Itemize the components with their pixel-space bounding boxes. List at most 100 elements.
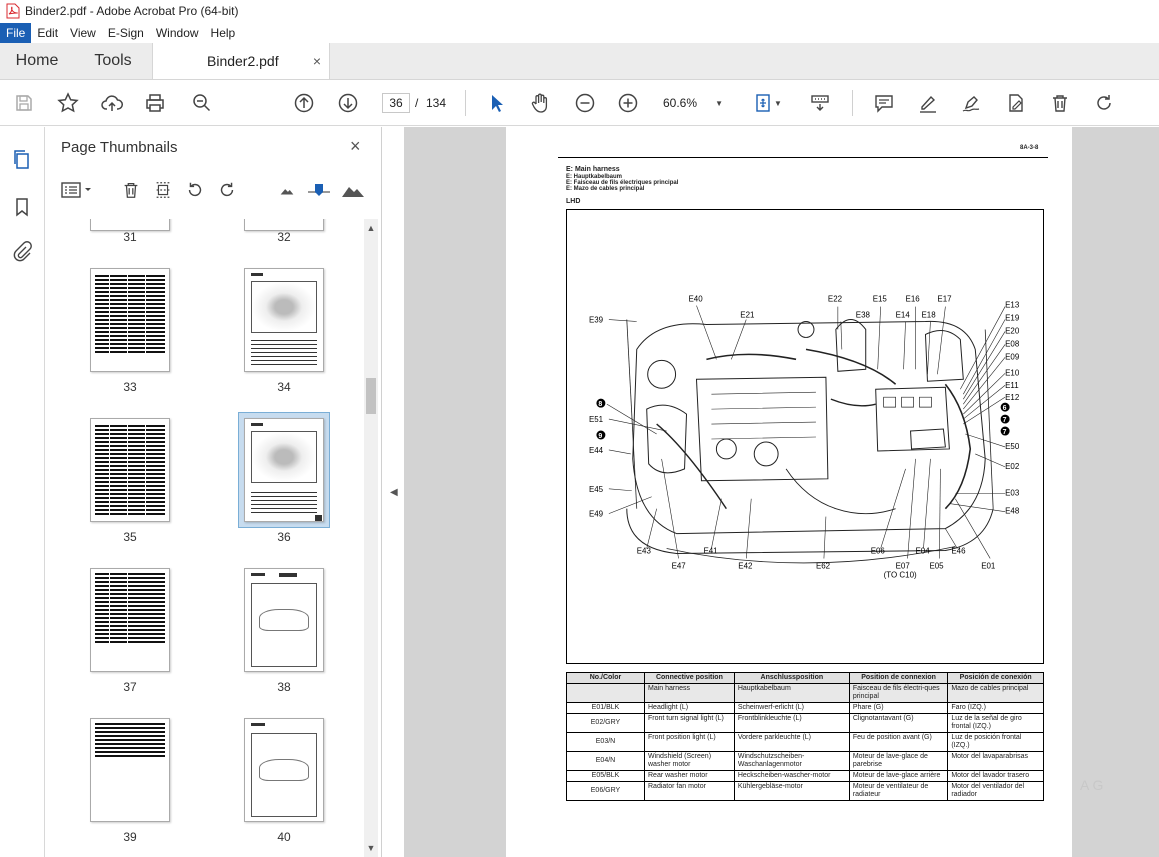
page-thumbnails-icon[interactable] — [10, 147, 34, 171]
svg-text:E13: E13 — [1005, 301, 1020, 310]
pdf-page: 8A-3-8 E: Main harness E: Hauptkabelbaum… — [506, 127, 1072, 857]
document-viewer[interactable]: 8A-3-8 E: Main harness E: Hauptkabelbaum… — [404, 127, 1159, 857]
table-row: E02/GRY Front turn signal light (L) Fron… — [566, 713, 1044, 733]
extract-pages-icon[interactable] — [151, 178, 175, 202]
keyboard-tool-icon[interactable] — [808, 91, 832, 115]
highlight-pen-icon[interactable] — [916, 91, 940, 115]
upload-cloud-icon[interactable] — [100, 91, 124, 115]
svg-text:8: 8 — [598, 401, 602, 408]
comment-icon[interactable] — [872, 91, 896, 115]
svg-text:E42: E42 — [738, 561, 753, 570]
left-navigation-rail — [0, 127, 45, 857]
engine-bay-drawing: E40 E21 E22 E38 E15 E14 E16 E18 E17 E13 … — [589, 295, 1020, 580]
table-cell: Luz de la señal de giro frontal (IZQ.) — [947, 713, 1044, 733]
sign-pen-icon[interactable] — [959, 91, 983, 115]
zoom-search-icon[interactable] — [190, 91, 214, 115]
tab-close-icon[interactable]: × — [313, 53, 321, 69]
save-icon[interactable] — [12, 91, 36, 115]
thumbnail-label: 39 — [123, 830, 137, 844]
table-cell: Faro (IZQ.) — [947, 702, 1044, 714]
fit-page-dropdown-icon[interactable]: ▼ — [772, 91, 784, 115]
thumbnail-small-icon[interactable] — [275, 178, 299, 202]
table-cell: Rear washer motor — [644, 770, 735, 782]
zoom-out-icon[interactable] — [573, 91, 597, 115]
rotate-icon[interactable] — [1092, 91, 1116, 115]
thumbnail-large-icon[interactable] — [341, 178, 365, 202]
svg-text:E62: E62 — [816, 561, 831, 570]
thumbnail-scrollbar[interactable]: ▲ ▼ — [364, 219, 378, 857]
delete-pages-icon[interactable] — [119, 178, 143, 202]
delete-trash-icon[interactable] — [1048, 91, 1072, 115]
thumbnail-page-diagram[interactable] — [244, 268, 324, 372]
menu-file[interactable]: File — [0, 22, 32, 43]
svg-text:(TO C10): (TO C10) — [884, 570, 917, 579]
svg-text:E11: E11 — [1005, 381, 1019, 390]
scroll-down-icon[interactable]: ▼ — [364, 841, 378, 855]
variant-label: LHD — [566, 198, 581, 205]
thumbnail-page-table[interactable] — [90, 268, 170, 372]
toolbar-divider — [465, 90, 466, 116]
panel-close-icon[interactable]: × — [350, 136, 361, 157]
scrollbar-thumb[interactable] — [366, 378, 376, 414]
edit-pdf-icon[interactable] — [1004, 91, 1028, 115]
table-cell: Heckscheiben-wascher-motor — [733, 770, 850, 782]
rotate-right-icon[interactable] — [215, 178, 239, 202]
svg-text:6: 6 — [1003, 405, 1007, 412]
menu-edit[interactable]: Edit — [31, 23, 64, 43]
svg-text:E41: E41 — [703, 546, 718, 555]
thumbnail-label: 36 — [277, 530, 291, 544]
thumbnail-page-diagram[interactable] — [244, 718, 324, 822]
thumbnail-page-table[interactable] — [90, 418, 170, 522]
table-cell: Motor del lavador trasero — [947, 770, 1044, 782]
table-cell: Moteur de lave-glace de parebrise — [848, 751, 949, 771]
table-row: E05/BLK Rear washer motor Heckscheiben-w… — [566, 770, 1044, 782]
menu-window[interactable]: Window — [150, 23, 205, 43]
thumbnail-list: 31 32 33 34 35 36 37 38 39 40 — [45, 219, 367, 857]
scroll-up-icon[interactable]: ▲ — [364, 221, 378, 235]
thumbnail-page-table[interactable] — [90, 568, 170, 672]
thumbnail-page-table[interactable] — [90, 718, 170, 822]
table-cell: Motor del lavaparabrisas — [947, 751, 1044, 771]
table-row: E06/GRY Radiator fan motor Kühlergebläse… — [566, 781, 1044, 801]
select-cursor-icon[interactable] — [485, 91, 509, 115]
thumbnail-options-icon[interactable] — [59, 178, 95, 202]
tab-tools[interactable]: Tools — [74, 43, 152, 79]
zoom-in-icon[interactable] — [616, 91, 640, 115]
thumbnail-size-slider[interactable] — [305, 178, 333, 202]
hand-tool-icon[interactable] — [528, 91, 552, 115]
bookmark-star-icon[interactable] — [56, 91, 80, 115]
collapse-panel-icon[interactable]: ◀ — [390, 487, 398, 498]
header-rule — [558, 157, 1048, 158]
svg-text:9: 9 — [598, 433, 602, 440]
svg-text:E47: E47 — [672, 561, 687, 570]
thumbnail-page-diagram[interactable] — [244, 568, 324, 672]
rotate-left-icon[interactable] — [183, 178, 207, 202]
page-thumbnails-panel: Page Thumbnails × 31 32 33 34 35 36 37 3… — [45, 127, 382, 857]
table-cell: E01/BLK — [566, 702, 645, 714]
table-cell: E04/N — [566, 751, 645, 771]
attachments-paperclip-icon[interactable] — [10, 239, 34, 263]
svg-text:E39: E39 — [589, 316, 604, 325]
print-icon[interactable] — [143, 91, 167, 115]
menu-esign[interactable]: E-Sign — [102, 23, 150, 43]
menu-view[interactable]: View — [64, 23, 102, 43]
bookmarks-icon[interactable] — [10, 195, 34, 219]
zoom-level-select[interactable]: 60.6% ▼ — [657, 93, 729, 113]
menu-help[interactable]: Help — [205, 23, 242, 43]
menu-bar: File Edit View E-Sign Window Help — [0, 22, 1159, 43]
next-page-icon[interactable] — [336, 91, 360, 115]
previous-page-icon[interactable] — [292, 91, 316, 115]
svg-text:E05: E05 — [929, 561, 944, 570]
thumbnail-page-diagram-selected[interactable] — [244, 418, 324, 522]
page-number-input[interactable]: 36 — [382, 93, 410, 113]
thumbnail-label: 40 — [277, 830, 291, 844]
svg-text:E49: E49 — [589, 510, 604, 519]
svg-text:E17: E17 — [937, 295, 952, 304]
svg-text:E45: E45 — [589, 485, 604, 494]
tab-document[interactable]: Binder2.pdf × — [152, 43, 330, 79]
tab-document-label: Binder2.pdf — [207, 53, 279, 69]
window-title: Binder2.pdf - Adobe Acrobat Pro (64-bit) — [25, 4, 239, 18]
svg-text:E09: E09 — [1005, 352, 1020, 361]
svg-text:E20: E20 — [1005, 326, 1020, 335]
tab-home[interactable]: Home — [0, 43, 74, 79]
